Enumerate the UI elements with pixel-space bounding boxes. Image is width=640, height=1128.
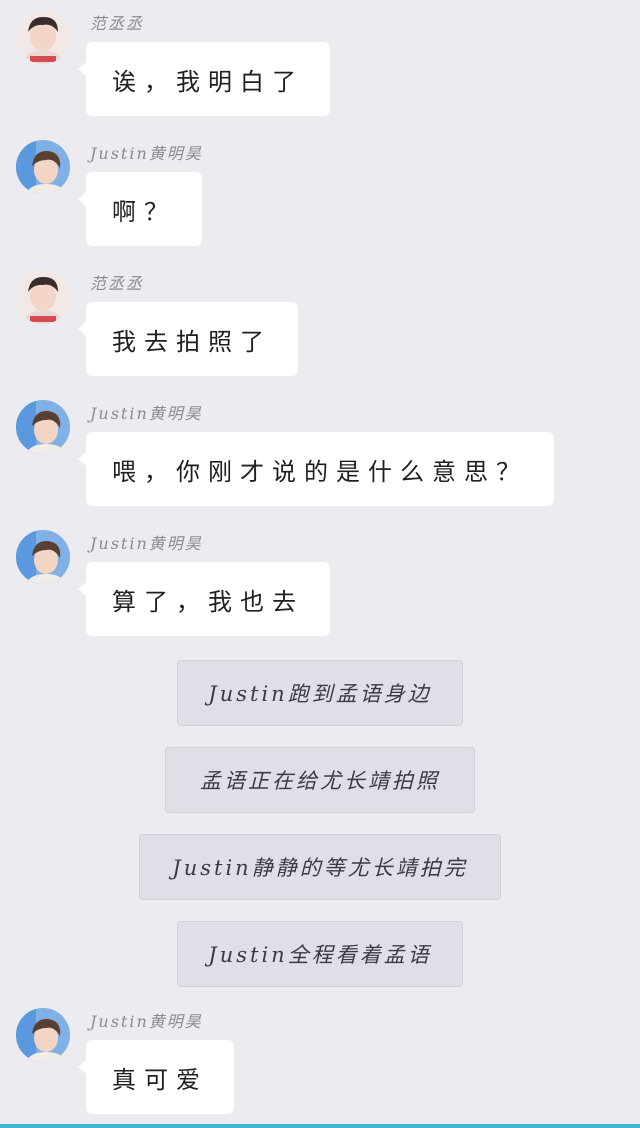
narration-box: Justin静静的等尤长靖拍完 (139, 834, 501, 900)
message-bubble[interactable]: 喂，你刚才说的是什么意思？ (78, 432, 554, 506)
sender-name: Justin黄明昊 (90, 144, 203, 163)
sender-name: 范丞丞 (90, 274, 145, 293)
chat-message: 范丞丞 我去拍照了 (0, 260, 640, 390)
narration-box: Justin跑到孟语身边 (177, 660, 463, 726)
justin-avatar[interactable] (16, 530, 70, 584)
sender-name: Justin黄明昊 (90, 1012, 203, 1031)
message-bubble[interactable]: 诶，我明白了 (78, 42, 330, 116)
narration-box: 孟语正在给尤长靖拍照 (165, 747, 475, 813)
chat-message: Justin黄明昊 喂，你刚才说的是什么意思？ (0, 390, 640, 520)
justin-avatar[interactable] (16, 400, 70, 454)
justin-avatar[interactable] (16, 1008, 70, 1062)
narration-box: Justin全程看着孟语 (177, 921, 463, 987)
sender-name: Justin黄明昊 (90, 404, 203, 423)
chat-message: Justin黄明昊 真可爱 (0, 998, 640, 1124)
message-bubble[interactable]: 真可爱 (78, 1040, 234, 1114)
message-bubble[interactable]: 算了，我也去 (78, 562, 330, 636)
chat-message: Justin黄明昊 啊？ (0, 130, 640, 260)
chat-message: 范丞丞 诶，我明白了 (0, 0, 640, 130)
chat-message: Justin黄明昊 算了，我也去 (0, 520, 640, 650)
fan-avatar[interactable] (16, 270, 70, 324)
sender-name: 范丞丞 (90, 14, 145, 33)
message-bubble[interactable]: 啊？ (78, 172, 202, 246)
sender-name: Justin黄明昊 (90, 534, 203, 553)
justin-avatar[interactable] (16, 140, 70, 194)
bottom-accent-bar (0, 1124, 640, 1128)
fan-avatar[interactable] (16, 10, 70, 64)
message-bubble[interactable]: 我去拍照了 (78, 302, 298, 376)
